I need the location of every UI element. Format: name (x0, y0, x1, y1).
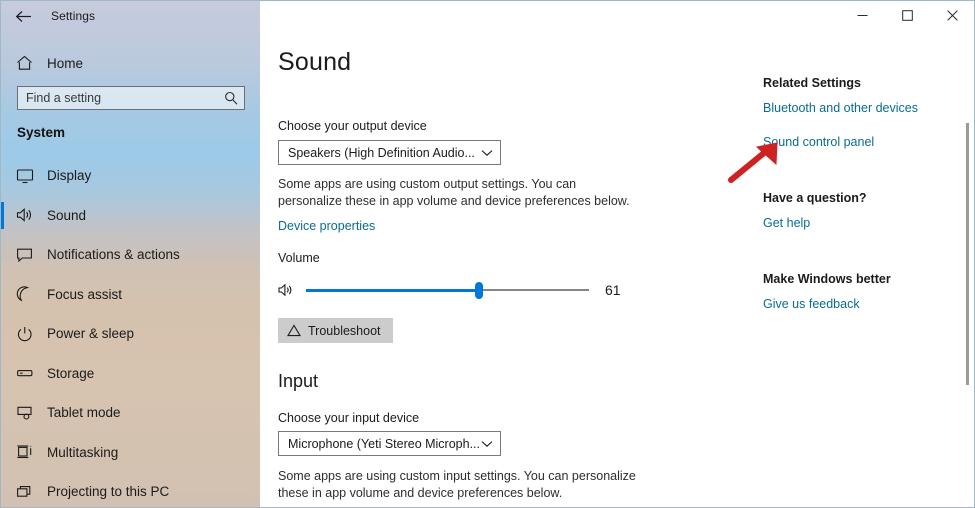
scrollbar-thumb[interactable] (966, 123, 969, 385)
chevron-down-icon (481, 149, 493, 157)
sidebar-item-storage[interactable]: Storage (1, 354, 260, 394)
related-settings-panel: Related Settings Bluetooth and other dev… (763, 76, 963, 331)
sidebar-nav: Display Sound Notifications & actions Fo… (1, 156, 260, 507)
search-input[interactable] (18, 87, 218, 109)
troubleshoot-button[interactable]: Troubleshoot (278, 318, 393, 343)
get-help-link[interactable]: Get help (763, 216, 963, 230)
have-a-question-heading: Have a question? (763, 191, 867, 205)
related-settings-heading: Related Settings (763, 76, 861, 90)
volume-slider-row: 61 (278, 276, 648, 304)
window-titlebar-left: Settings (1, 1, 260, 31)
home-icon (16, 55, 42, 71)
troubleshoot-label: Troubleshoot (308, 323, 381, 338)
sidebar-item-power-sleep[interactable]: Power & sleep (1, 314, 260, 354)
sidebar-item-notifications[interactable]: Notifications & actions (1, 235, 260, 275)
output-device-value: Speakers (High Definition Audio... (288, 145, 475, 160)
input-description: Some apps are using custom input setting… (278, 469, 636, 500)
content-scrollbar[interactable] (966, 61, 970, 507)
sound-control-panel-link[interactable]: Sound control panel (763, 135, 963, 149)
drive-icon (16, 365, 42, 381)
input-device-value: Microphone (Yeti Stereo Microph... (288, 436, 480, 451)
moon-icon (16, 286, 42, 302)
speaker-icon (16, 207, 42, 223)
sidebar: Settings Home System (1, 1, 260, 507)
sidebar-home-label: Home (47, 55, 84, 71)
sidebar-item-tablet-mode[interactable]: Tablet mode (1, 393, 260, 433)
search-box[interactable] (17, 86, 245, 110)
speaker-icon (278, 283, 300, 297)
input-section-title: Input (278, 371, 319, 391)
sidebar-item-label: Storage (47, 365, 95, 381)
output-device-label: Choose your output device (278, 119, 427, 133)
sidebar-item-label: Sound (47, 207, 87, 223)
maximize-button[interactable] (885, 1, 930, 30)
sidebar-item-sound[interactable]: Sound (1, 196, 260, 236)
slider-fill (306, 288, 479, 292)
app-title: Settings (51, 9, 96, 23)
page-title: Sound (278, 48, 352, 76)
close-button[interactable] (930, 1, 974, 30)
main-content: Sound Choose your output device Speakers… (260, 31, 974, 507)
input-device-label: Choose your input device (278, 411, 420, 425)
volume-value: 61 (605, 282, 621, 298)
projecting-icon (16, 484, 42, 500)
device-properties-link[interactable]: Device properties (278, 219, 375, 233)
output-device-select[interactable]: Speakers (High Definition Audio... (278, 140, 501, 165)
sidebar-item-label: Power & sleep (47, 326, 135, 342)
sidebar-item-home[interactable]: Home (1, 46, 260, 80)
chevron-down-icon (481, 440, 493, 448)
sidebar-item-multitasking[interactable]: Multitasking (1, 433, 260, 473)
back-button[interactable] (1, 1, 45, 31)
give-us-feedback-link[interactable]: Give us feedback (763, 297, 963, 311)
sidebar-item-label: Notifications & actions (47, 247, 180, 263)
bluetooth-and-other-devices-link[interactable]: Bluetooth and other devices (763, 101, 963, 115)
volume-slider[interactable] (306, 281, 589, 299)
minimize-button[interactable] (840, 1, 885, 30)
sidebar-item-label: Multitasking (47, 444, 119, 460)
output-description: Some apps are using custom output settin… (278, 177, 630, 208)
search-icon[interactable] (218, 87, 244, 109)
warning-triangle-icon (287, 324, 301, 337)
sidebar-group-title: System (17, 125, 66, 140)
power-icon (16, 326, 42, 342)
sidebar-item-label: Focus assist (47, 286, 123, 302)
sidebar-item-label: Projecting to this PC (47, 484, 170, 500)
multitask-icon (16, 444, 42, 460)
sidebar-item-projecting[interactable]: Projecting to this PC (1, 472, 260, 507)
slider-thumb[interactable] (474, 282, 483, 299)
monitor-icon (16, 168, 42, 184)
settings-window: Settings Home System (0, 0, 975, 508)
chat-bubble-icon (16, 247, 42, 263)
sidebar-item-display[interactable]: Display (1, 156, 260, 196)
window-titlebar-right (260, 1, 974, 31)
make-windows-better-heading: Make Windows better (763, 272, 891, 286)
input-device-select[interactable]: Microphone (Yeti Stereo Microph... (278, 431, 501, 456)
sidebar-item-label: Display (47, 168, 92, 184)
sidebar-item-label: Tablet mode (47, 405, 121, 421)
tablet-icon (16, 405, 42, 421)
sidebar-item-focus-assist[interactable]: Focus assist (1, 275, 260, 315)
volume-label: Volume (278, 251, 320, 265)
